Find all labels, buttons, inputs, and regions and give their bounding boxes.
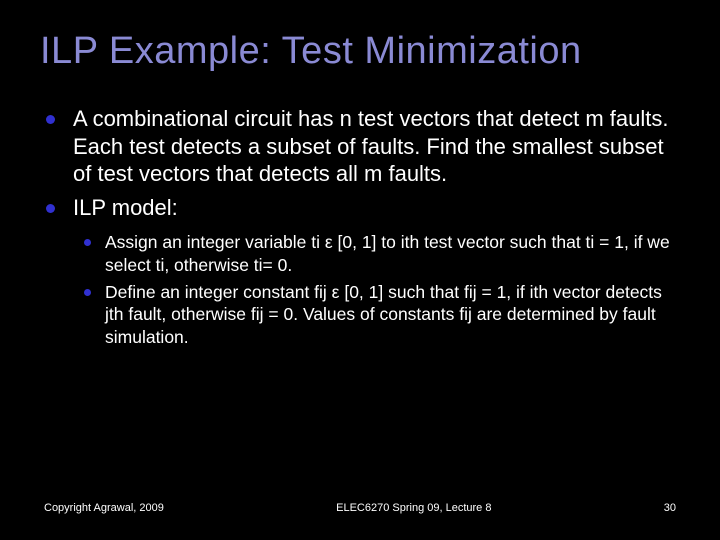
footer-course: ELEC6270 Spring 09, Lecture 8: [336, 502, 491, 514]
slide-content: A combinational circuit has n test vecto…: [40, 105, 680, 502]
bullet-icon: [46, 204, 55, 213]
list-item: A combinational circuit has n test vecto…: [46, 105, 680, 188]
bullet-icon: [84, 289, 91, 296]
bullet-text: Define an integer constant fij ε [0, 1] …: [105, 281, 680, 349]
slide-title: ILP Example: Test Minimization: [40, 30, 680, 73]
footer-copyright: Copyright Agrawal, 2009: [44, 502, 164, 514]
bullet-icon: [46, 115, 55, 124]
list-item: Assign an integer variable ti ε [0, 1] t…: [84, 231, 680, 277]
slide-container: ILP Example: Test Minimization A combina…: [0, 0, 720, 540]
bullet-text: ILP model:: [73, 194, 680, 222]
slide-footer: Copyright Agrawal, 2009 ELEC6270 Spring …: [40, 502, 680, 520]
list-item: ILP model:: [46, 194, 680, 222]
bullet-text: Assign an integer variable ti ε [0, 1] t…: [105, 231, 680, 277]
sub-list: Assign an integer variable ti ε [0, 1] t…: [46, 231, 680, 349]
list-item: Define an integer constant fij ε [0, 1] …: [84, 281, 680, 349]
bullet-icon: [84, 239, 91, 246]
bullet-text: A combinational circuit has n test vecto…: [73, 105, 680, 188]
footer-page-number: 30: [664, 502, 676, 514]
